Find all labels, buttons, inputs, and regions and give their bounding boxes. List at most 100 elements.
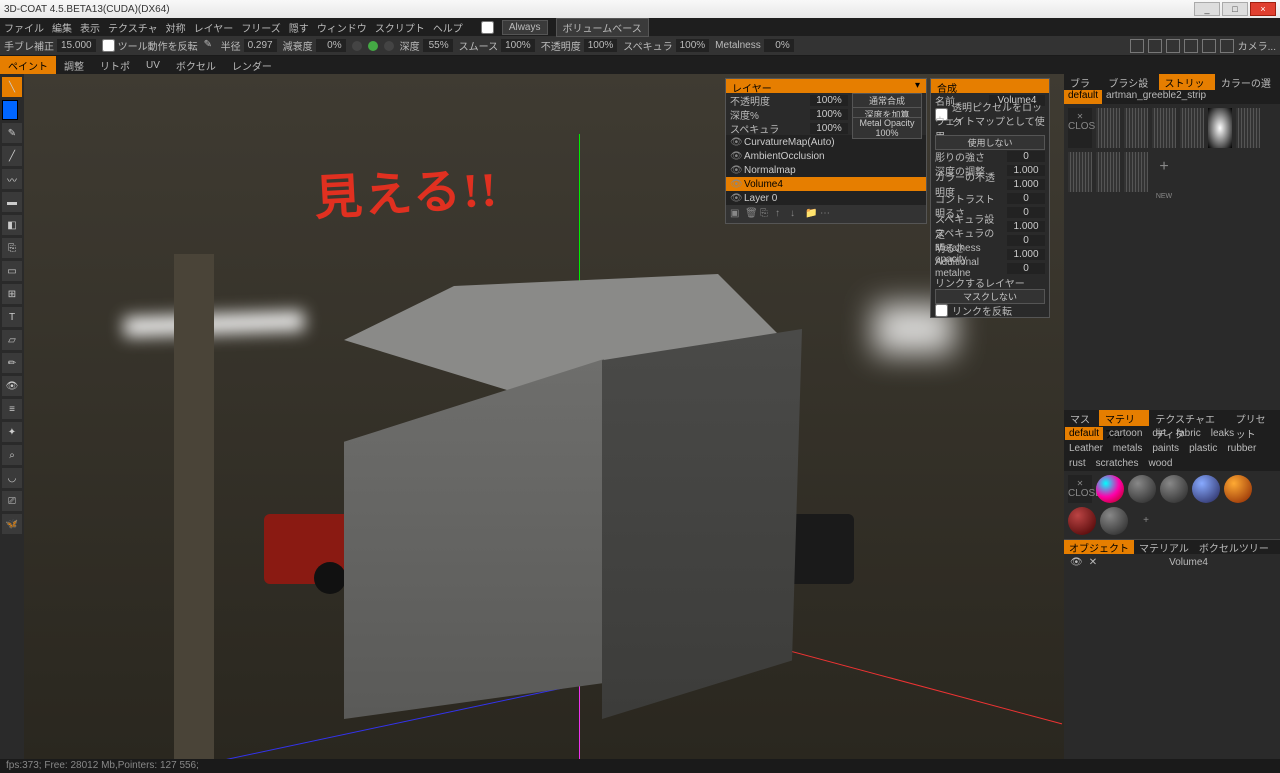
strip-item[interactable] bbox=[1236, 108, 1260, 148]
close-icon[interactable]: ✕ bbox=[1089, 557, 1097, 568]
layer-folder-icon[interactable]: 📁 bbox=[805, 208, 817, 220]
tab-strips[interactable]: ストリップ bbox=[1159, 74, 1215, 90]
matcat[interactable]: leaks bbox=[1207, 427, 1238, 440]
strip-item[interactable] bbox=[1180, 108, 1204, 148]
view-icon-1[interactable] bbox=[1130, 39, 1144, 53]
tool-curve[interactable]: 〰 bbox=[2, 169, 22, 189]
objtab-voxtree[interactable]: ボクセルツリー bbox=[1194, 540, 1274, 554]
brush-tool[interactable]: ╲ bbox=[2, 77, 22, 97]
objtab-material[interactable]: マテリアル bbox=[1134, 540, 1194, 554]
strip-item[interactable] bbox=[1096, 152, 1120, 192]
mode-uv[interactable]: UV bbox=[138, 58, 168, 73]
matcat[interactable]: paints bbox=[1148, 442, 1183, 455]
mode-paint[interactable]: ペイント bbox=[0, 56, 56, 75]
green-toggle-icon[interactable] bbox=[368, 41, 378, 51]
mode-voxel[interactable]: ボクセル bbox=[168, 56, 224, 75]
tool-pencil[interactable]: ✎ bbox=[2, 123, 22, 143]
menu-file[interactable]: ファイル bbox=[4, 20, 44, 35]
view-icon-5[interactable] bbox=[1202, 39, 1216, 53]
layer-up-icon[interactable]: ↑ bbox=[775, 208, 787, 220]
radius-value[interactable]: 0.297 bbox=[244, 39, 277, 52]
matcat[interactable]: cartoon bbox=[1105, 427, 1146, 440]
invert-checkbox[interactable] bbox=[102, 39, 115, 52]
matcat[interactable]: rust bbox=[1065, 457, 1090, 470]
invlink-checkbox[interactable] bbox=[935, 304, 948, 317]
voxel-cube[interactable] bbox=[334, 274, 794, 724]
material-ball[interactable] bbox=[1068, 507, 1096, 535]
mat-close[interactable]: ✕CLOSE bbox=[1068, 475, 1092, 503]
smooth-value[interactable]: 100% bbox=[501, 39, 535, 52]
layer-item[interactable]: 👁AmbientOcclusion bbox=[726, 149, 926, 163]
view-icon-2[interactable] bbox=[1148, 39, 1162, 53]
tool-rect[interactable]: ▭ bbox=[2, 261, 22, 281]
layer-item[interactable]: 👁Normalmap bbox=[726, 163, 926, 177]
strip-item[interactable] bbox=[1124, 108, 1148, 148]
tool-plane[interactable]: ▱ bbox=[2, 330, 22, 350]
tool-eye[interactable]: 👁 bbox=[2, 376, 22, 396]
opac-value[interactable]: 100% bbox=[584, 39, 618, 52]
strip-tab-default[interactable]: default bbox=[1064, 90, 1102, 104]
material-ball[interactable] bbox=[1224, 475, 1252, 503]
minimize-button[interactable]: _ bbox=[1194, 2, 1220, 16]
menu-edit[interactable]: 編集 bbox=[52, 20, 72, 35]
view-icon-6[interactable] bbox=[1220, 39, 1234, 53]
tool-butterfly[interactable]: 🦋 bbox=[2, 514, 22, 534]
strips-close[interactable]: ✕CLOSE bbox=[1068, 108, 1092, 148]
view-icon-3[interactable] bbox=[1166, 39, 1180, 53]
color-swatch[interactable] bbox=[2, 100, 18, 120]
mode-retopo[interactable]: リトポ bbox=[92, 56, 138, 75]
strip-tab-1[interactable]: artman_greeble2_strip bbox=[1102, 90, 1210, 104]
camera-dropdown[interactable]: カメラ... bbox=[1238, 38, 1276, 53]
spec-value[interactable]: 100% bbox=[676, 39, 710, 52]
falloff-value[interactable]: 0% bbox=[316, 39, 346, 52]
menu-layers[interactable]: レイヤー bbox=[194, 20, 234, 35]
tool-picker[interactable]: ⌕ bbox=[2, 445, 22, 465]
tool-magic[interactable]: ✦ bbox=[2, 422, 22, 442]
menu-freeze[interactable]: フリーズ bbox=[241, 20, 281, 35]
menu-hide[interactable]: 隠す bbox=[289, 20, 309, 35]
matcat[interactable]: fabric bbox=[1172, 427, 1204, 440]
tool-pen2[interactable]: ✏ bbox=[2, 353, 22, 373]
objtab-object[interactable]: オブジェクト bbox=[1064, 540, 1134, 554]
material-ball[interactable] bbox=[1096, 475, 1124, 503]
strip-add[interactable]: +NEW bbox=[1152, 152, 1176, 192]
depth-value[interactable]: 55% bbox=[423, 39, 453, 52]
blend-panel[interactable]: 合成 名前Volume4 透明ピクセルをロック ウェイトマップとして使用 使用し… bbox=[930, 78, 1050, 318]
menu-view[interactable]: 表示 bbox=[80, 20, 100, 35]
tool-iron[interactable]: ⎚ bbox=[2, 491, 22, 511]
strip-item[interactable] bbox=[1096, 108, 1120, 148]
menu-script[interactable]: スクリプト bbox=[375, 20, 425, 35]
mattab-mask[interactable]: マスク bbox=[1064, 410, 1099, 426]
mattab-preset[interactable]: プリセット bbox=[1230, 410, 1280, 426]
menu-sym[interactable]: 対称 bbox=[166, 20, 186, 35]
mode-adjust[interactable]: 調整 bbox=[56, 56, 92, 75]
layer-menu-icon[interactable]: ⋯ bbox=[820, 208, 832, 220]
strip-item[interactable] bbox=[1068, 152, 1092, 192]
layer-new-icon[interactable]: ▣ bbox=[730, 208, 742, 220]
stab-value[interactable]: 15.000 bbox=[57, 39, 96, 52]
layer-item-selected[interactable]: 👁Volume4 bbox=[726, 177, 926, 191]
tool-line[interactable]: ╱ bbox=[2, 146, 22, 166]
view-icon-4[interactable] bbox=[1184, 39, 1198, 53]
x-toggle-icon[interactable] bbox=[352, 41, 362, 51]
material-ball[interactable] bbox=[1100, 507, 1128, 535]
material-add[interactable]: + bbox=[1132, 507, 1160, 535]
matcat[interactable]: plastic bbox=[1185, 442, 1221, 455]
tool-text[interactable]: T bbox=[2, 307, 22, 327]
menu-texture[interactable]: テクスチャ bbox=[108, 20, 158, 35]
tool-smooth[interactable]: ◡ bbox=[2, 468, 22, 488]
material-ball[interactable] bbox=[1160, 475, 1188, 503]
eye-icon[interactable]: 👁 bbox=[1070, 557, 1083, 568]
layers-panel[interactable]: レイヤー▾ 不透明度100%通常合成 深度%100%深度を加算 スペキュラ100… bbox=[725, 78, 927, 224]
menu-help[interactable]: ヘルプ bbox=[433, 20, 463, 35]
maximize-button[interactable]: □ bbox=[1222, 2, 1248, 16]
tool-transform[interactable]: ⊞ bbox=[2, 284, 22, 304]
tool-eraser[interactable]: ◧ bbox=[2, 215, 22, 235]
close-button[interactable]: × bbox=[1250, 2, 1276, 16]
layer-delete-icon[interactable]: 🗑 bbox=[745, 208, 757, 220]
tool-clone[interactable]: ⎘ bbox=[2, 238, 22, 258]
strip-item[interactable] bbox=[1124, 152, 1148, 192]
tab-brush-settings[interactable]: ブラシ設定 bbox=[1102, 74, 1158, 90]
material-ball[interactable] bbox=[1192, 475, 1220, 503]
tab-color[interactable]: カラーの選択 bbox=[1215, 74, 1280, 90]
